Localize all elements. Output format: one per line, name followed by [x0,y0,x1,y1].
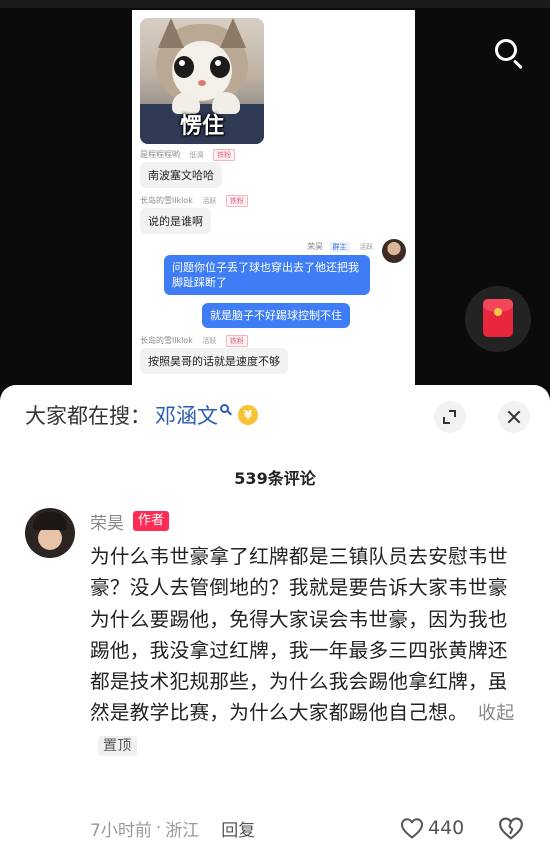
meta-separator: · [155,818,162,838]
cat-sticker-image: 愣住 [140,18,264,144]
chat-meta: 长岛的雪llklok 活跃 铁粉 [140,335,248,347]
chat-bubble: 南波塞文哈哈 [140,162,222,188]
comment-location: 浙江 [165,820,200,841]
trending-search-keyword[interactable]: 邓涵文 [155,400,218,430]
avatar[interactable] [25,508,75,558]
red-packet-icon[interactable] [465,286,531,352]
like-count: 440 [428,817,465,839]
chat-screenshot-frame: 愣住 是程程程哟 低调 铁粉 南波塞文哈哈 长岛的雪llklok 活跃 铁粉 说… [132,10,415,392]
chat-bubble: 问题你位子丢了球也穿出去了他还把我脚趾踩断了 [164,255,370,295]
sticker-caption: 愣住 [179,114,224,139]
comment-text: 为什么韦世豪拿了红牌都是三镇队员去安慰韦世豪？没人去管倒地的？我就是要告诉大家韦… [90,545,508,725]
expand-icon[interactable] [434,401,466,433]
trending-search[interactable]: 大家都在搜： 邓涵文 ¥ [25,399,258,431]
close-icon[interactable] [498,401,530,433]
comment-sheet: 大家都在搜： 邓涵文 ¥ 539条评论 荣昊 作者 为什么韦世豪拿了红牌都是三镇… [0,385,550,851]
coin-icon: ¥ [238,405,258,425]
comment-meta: 7小时前 · 浙江 回复 [90,813,255,843]
chat-bubble: 就是脑子不好踢球控制不住 [202,303,350,328]
video-player[interactable]: 愣住 是程程程哟 低调 铁粉 南波塞文哈哈 长岛的雪llklok 活跃 铁粉 说… [0,0,550,392]
chat-bubble: 按照昊哥的话就是速度不够 [140,348,288,374]
trending-search-label: 大家都在搜： [25,404,151,428]
broken-heart-icon[interactable] [498,815,524,841]
like-button[interactable]: 440 [400,815,464,841]
search-icon[interactable] [489,34,529,74]
heart-icon [401,818,423,839]
reply-button[interactable]: 回复 [221,816,255,841]
pinned-badge: 置顶 [98,735,137,756]
chat-meta: 是程程程哟 低调 铁粉 [140,149,236,161]
chat-meta: 长岛的雪llklok 活跃 铁粉 [140,195,248,207]
keyword-search-icon [220,404,232,418]
comment-text-block: 为什么韦世豪拿了红牌都是三镇队员去安慰韦世豪？没人去管倒地的？我就是要告诉大家韦… [90,541,520,761]
chat-avatar [382,239,406,263]
collapse-button[interactable]: 收起 [478,703,515,724]
comment-time: 7小时前 [90,820,152,841]
comment-username[interactable]: 荣昊 [90,509,124,534]
author-badge: 作者 [133,511,170,531]
chat-bubble: 说的是谁啊 [140,208,211,234]
status-bar [0,0,550,8]
comment-count: 539条评论 [234,469,316,488]
chat-meta: 荣昊 群主 活跃 [307,242,374,252]
